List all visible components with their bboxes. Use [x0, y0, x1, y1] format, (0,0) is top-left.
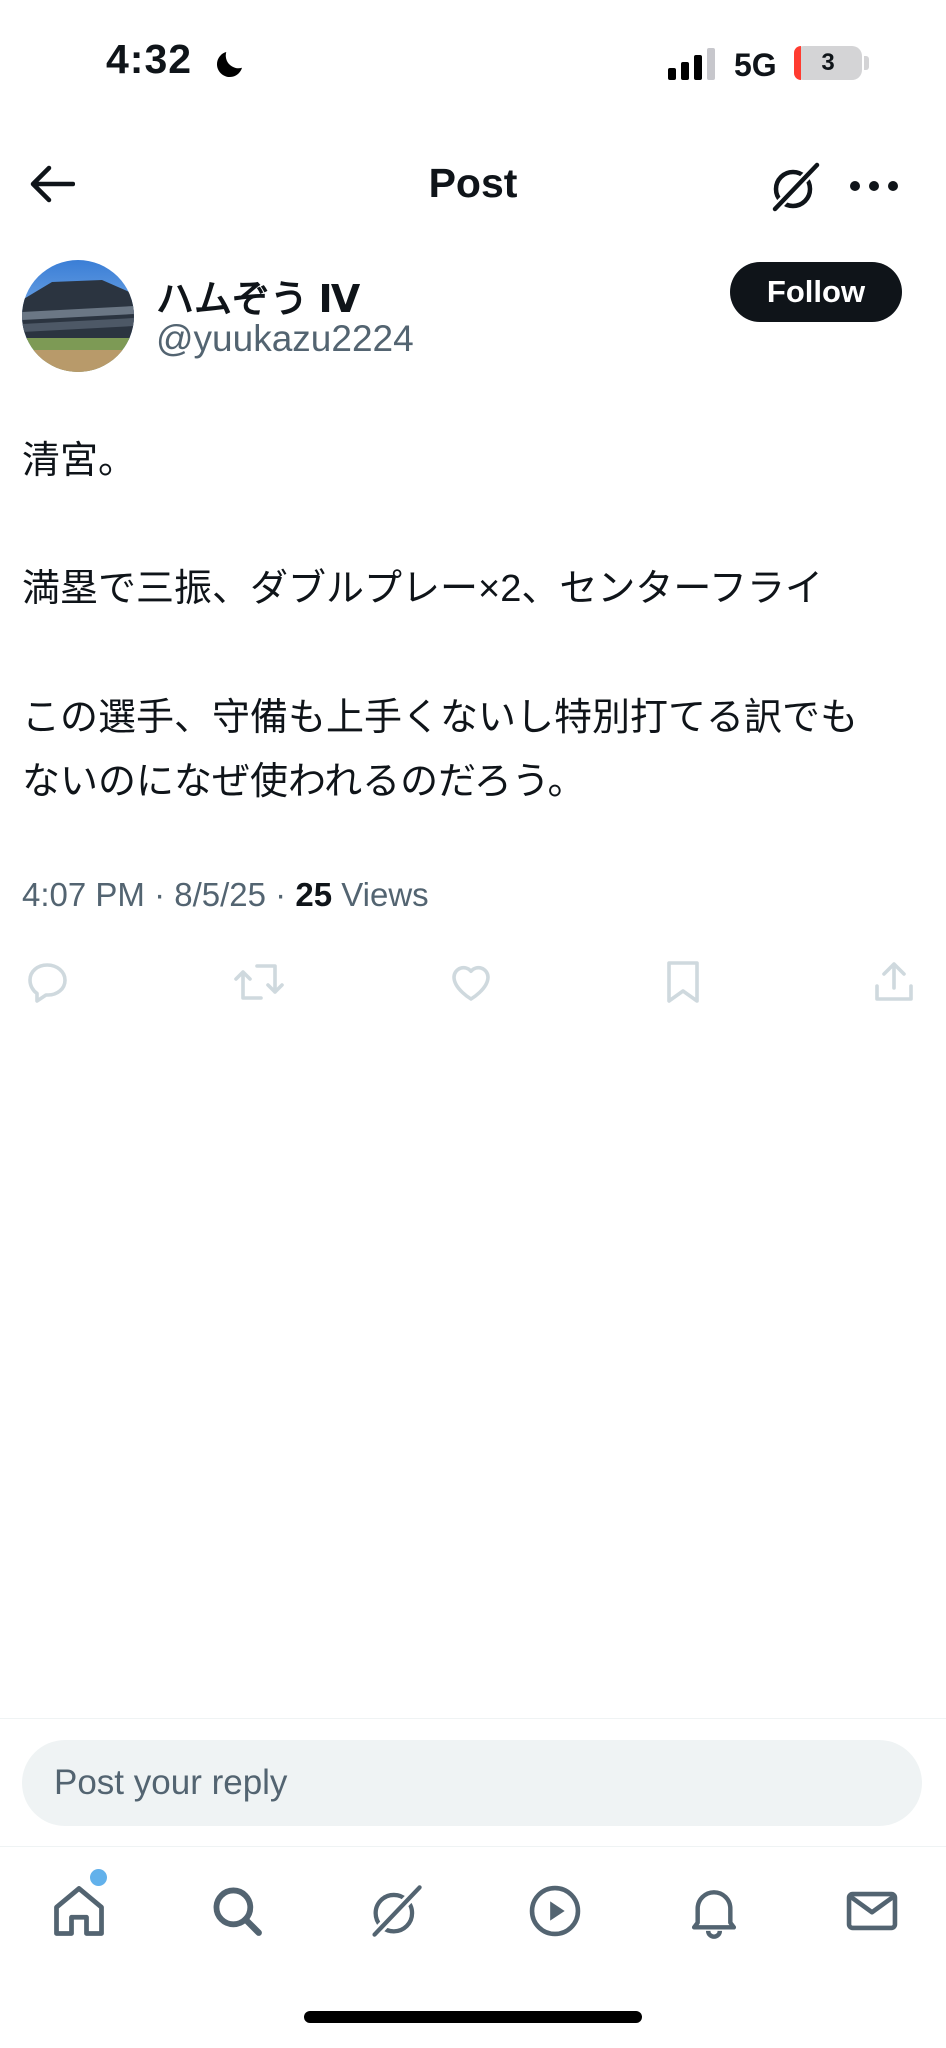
comment-icon [28, 963, 67, 1003]
post-text-line: ないのになぜ使われるのだろう。 [22, 761, 586, 803]
author-display-name[interactable]: ハムぞう Ⅳ [156, 268, 360, 323]
avatar[interactable] [22, 260, 134, 372]
network-label: 5G [734, 47, 777, 83]
home-icon [54, 1886, 104, 1936]
home-indicator [304, 2011, 642, 2023]
bell-icon [691, 1890, 737, 1939]
more-horizontal-icon [850, 181, 898, 191]
divider [0, 1846, 946, 1847]
grok-icon [769, 161, 821, 215]
moon-icon [216, 52, 242, 78]
tab-search[interactable] [202, 1876, 272, 1946]
grok-icon [368, 1884, 424, 1941]
post-time: 4:07 PM [22, 876, 145, 913]
share-button[interactable] [866, 954, 922, 1010]
like-button[interactable] [443, 954, 499, 1010]
tab-video[interactable] [520, 1876, 590, 1946]
battery-cap [864, 56, 869, 70]
views-label-text: Views [341, 876, 429, 913]
post-text-line: 満塁で三振、ダブルプレー×2、センターフライ [22, 568, 824, 610]
notification-dot [90, 1869, 107, 1886]
post-text-line: この選手、守備も上手くないし特別打てる訳でも [22, 697, 859, 739]
tab-grok[interactable] [361, 1876, 431, 1946]
post-date: 8/5/25 [174, 876, 266, 913]
views-label: Views [341, 876, 428, 913]
back-button[interactable] [22, 156, 82, 212]
bookmark-icon [667, 961, 699, 1003]
separator: · [154, 876, 175, 913]
separator: · [275, 876, 296, 913]
heart-icon [452, 965, 490, 1001]
bookmark-button[interactable] [655, 954, 711, 1010]
more-button[interactable] [844, 166, 904, 206]
author-handle[interactable]: @yuukazu2224 [156, 318, 414, 360]
post-text-line: 清宮。 [22, 440, 137, 482]
search-icon [213, 1887, 262, 1936]
repost-button[interactable] [231, 954, 287, 1010]
grok-button[interactable] [762, 154, 828, 220]
avatar-image [22, 260, 134, 372]
share-icon [875, 962, 913, 1001]
tab-messages[interactable] [837, 1876, 907, 1946]
tab-home[interactable] [44, 1876, 114, 1946]
post-meta: 4:07 PM · 8/5/25 · 25 Views [22, 876, 429, 914]
battery-level: 3 [821, 49, 835, 76]
play-circle-icon [529, 1885, 581, 1937]
mail-icon [846, 1891, 898, 1931]
battery-indicator: 3 [794, 46, 862, 80]
reply-input[interactable]: Post your reply [22, 1740, 922, 1826]
follow-button[interactable]: Follow [730, 262, 902, 322]
divider [0, 1718, 946, 1719]
arrow-left-icon [30, 165, 75, 203]
tab-notifications[interactable] [679, 1876, 749, 1946]
signal-icon [668, 48, 715, 80]
reply-button[interactable] [20, 954, 76, 1010]
status-time: 4:32 [106, 36, 193, 82]
reply-placeholder: Post your reply [54, 1763, 288, 1802]
views-count: 25 [295, 876, 333, 913]
repost-icon [234, 964, 284, 1000]
